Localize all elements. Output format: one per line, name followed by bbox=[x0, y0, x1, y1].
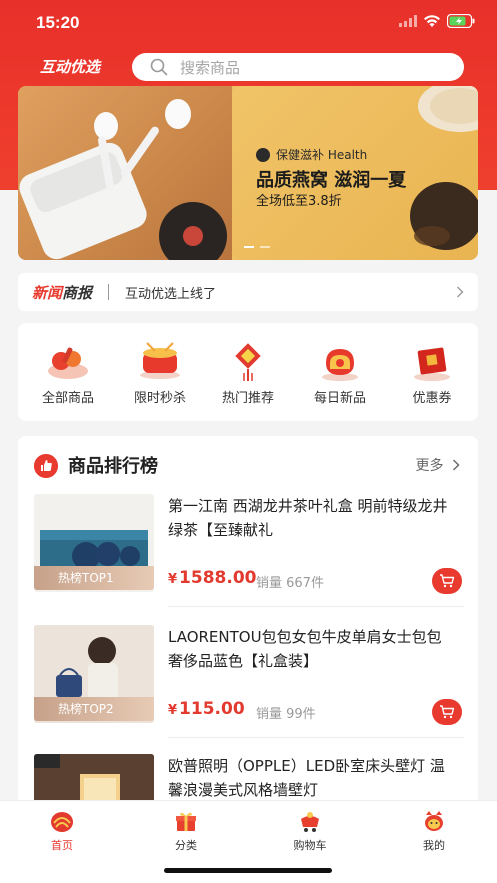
signal-icon bbox=[399, 15, 417, 27]
tab-home[interactable]: 首页 bbox=[22, 809, 102, 853]
banner-dot[interactable] bbox=[244, 246, 254, 248]
currency-symbol: ¥ bbox=[168, 703, 178, 718]
product-item[interactable]: 热榜TOP1 第一江南 西湖龙井茶叶礼盒 明前特级龙井绿茶【至臻献礼 ¥1588… bbox=[18, 494, 478, 624]
product-item[interactable]: 热榜TOP2 LAORENTOU包包女包牛皮单肩女士包包奢侈品蓝色【礼盒装】 ¥… bbox=[18, 625, 478, 755]
product-name[interactable]: LAORENTOU包包女包牛皮单肩女士包包奢侈品蓝色【礼盒装】 bbox=[168, 625, 448, 673]
product-sales: 销量 667件 bbox=[256, 576, 324, 591]
status-time: 15:20 bbox=[36, 13, 80, 32]
promo-banner[interactable]: 保健滋补 Health 品质燕窝 滋润一夏 全场低至3.8折 bbox=[18, 86, 478, 260]
search-input[interactable]: 搜索商品 bbox=[132, 53, 464, 81]
product-ranking-section: 商品排行榜 更多 热榜TOP1 第一江南 西湖龙井茶叶礼盒 明前特级龙井绿茶【至… bbox=[18, 436, 478, 816]
category-label: 热门推荐 bbox=[221, 391, 274, 406]
banner-pagination[interactable] bbox=[244, 246, 270, 248]
chinese-knot-icon bbox=[235, 343, 261, 381]
drum-icon bbox=[140, 342, 180, 379]
banner-tag-text: 保健滋补 Health bbox=[276, 148, 368, 162]
tab-profile[interactable]: 我的 bbox=[394, 809, 474, 853]
home-indicator bbox=[164, 868, 332, 873]
news-brand-red: 新闻 bbox=[32, 283, 63, 302]
banner-subtitle: 全场低至3.8折 bbox=[256, 194, 342, 209]
product-name[interactable]: 欧普照明（OPPLE）LED卧室床头壁灯 温馨浪漫美式风格墙壁灯 bbox=[168, 754, 448, 802]
money-bag-icon bbox=[322, 349, 358, 381]
ranking-title: 商品排行榜 bbox=[68, 456, 158, 477]
health-badge-icon bbox=[256, 147, 270, 162]
search-placeholder: 搜索商品 bbox=[180, 58, 241, 77]
banner-image-earbuds bbox=[18, 86, 232, 260]
thumbs-up-icon bbox=[34, 454, 58, 478]
banner-slide-birds-nest: 保健滋补 Health 品质燕窝 滋润一夏 全场低至3.8折 bbox=[232, 86, 478, 260]
category-label: 全部商品 bbox=[41, 391, 94, 406]
category-label: 优惠券 bbox=[412, 391, 452, 406]
category-grid: 全部商品 限时秒杀 热门推荐 每日新品 优惠券 bbox=[18, 323, 478, 421]
status-bar: 15:20 bbox=[0, 0, 497, 46]
tab-label: 首页 bbox=[51, 839, 73, 852]
category-flash-sale[interactable]: 限时秒杀 bbox=[114, 339, 206, 406]
tab-label: 分类 bbox=[175, 839, 197, 852]
news-headline[interactable]: 互动优选上线了 bbox=[125, 283, 456, 302]
status-icons bbox=[399, 14, 475, 28]
category-hot-recommend[interactable]: 热门推荐 bbox=[202, 339, 294, 406]
ranking-more-link[interactable]: 更多 bbox=[416, 455, 460, 475]
tab-label: 购物车 bbox=[293, 839, 327, 852]
home-icon bbox=[51, 812, 73, 832]
category-coupons[interactable]: 优惠券 bbox=[386, 339, 478, 406]
product-price-value: 1588.00 bbox=[179, 568, 257, 588]
product-divider bbox=[168, 737, 464, 738]
news-brand: 新闻商报 bbox=[32, 282, 92, 303]
red-envelope-icon bbox=[414, 347, 450, 381]
category-label: 每日新品 bbox=[313, 391, 366, 406]
tab-label: 我的 bbox=[423, 839, 445, 852]
profile-icon bbox=[425, 811, 443, 831]
chevron-right-icon bbox=[453, 459, 460, 471]
product-sales: 销量 99件 bbox=[256, 707, 316, 722]
tab-category[interactable]: 分类 bbox=[146, 809, 226, 853]
battery-icon bbox=[447, 14, 475, 28]
food-platter-icon bbox=[48, 347, 88, 379]
hot-rank-badge: 热榜TOP1 bbox=[34, 566, 154, 590]
earbuds-illustration bbox=[19, 99, 227, 260]
hot-rank-badge: 热榜TOP2 bbox=[34, 697, 154, 721]
currency-symbol: ¥ bbox=[168, 572, 178, 587]
search-icon bbox=[150, 58, 168, 76]
ranking-more-label: 更多 bbox=[415, 458, 444, 474]
wifi-icon bbox=[424, 14, 440, 27]
product-price: ¥115.00 bbox=[168, 699, 245, 719]
product-name[interactable]: 第一江南 西湖龙井茶叶礼盒 明前特级龙井绿茶【至臻献礼 bbox=[168, 494, 448, 542]
ranking-header: 商品排行榜 更多 bbox=[18, 436, 478, 492]
category-daily-new[interactable]: 每日新品 bbox=[294, 339, 386, 406]
news-brand-dark: 商报 bbox=[62, 283, 93, 302]
banner-dot[interactable] bbox=[260, 246, 270, 248]
tab-cart[interactable]: 购物车 bbox=[270, 809, 350, 853]
news-divider bbox=[108, 284, 110, 300]
app-title: 互动优选 bbox=[40, 58, 101, 76]
shopping-cart-icon bbox=[301, 812, 319, 832]
banner-headline: 品质燕窝 滋润一夏 bbox=[256, 170, 407, 191]
chevron-right-icon bbox=[457, 286, 464, 298]
shopping-cart-icon bbox=[440, 574, 455, 588]
category-all-products[interactable]: 全部商品 bbox=[22, 339, 114, 406]
product-price-value: 115.00 bbox=[179, 699, 245, 719]
category-label: 限时秒杀 bbox=[133, 391, 186, 406]
gift-box-icon bbox=[176, 812, 196, 831]
product-divider bbox=[168, 606, 464, 607]
news-ticker[interactable]: 新闻商报 互动优选上线了 bbox=[18, 273, 478, 311]
banner-tag: 保健滋补 Health bbox=[256, 146, 367, 163]
top-header: 互动优选 搜索商品 bbox=[0, 50, 497, 86]
shopping-cart-icon bbox=[440, 705, 455, 719]
add-to-cart-button[interactable] bbox=[432, 699, 462, 725]
product-price: ¥1588.00 bbox=[168, 568, 256, 588]
add-to-cart-button[interactable] bbox=[432, 568, 462, 594]
